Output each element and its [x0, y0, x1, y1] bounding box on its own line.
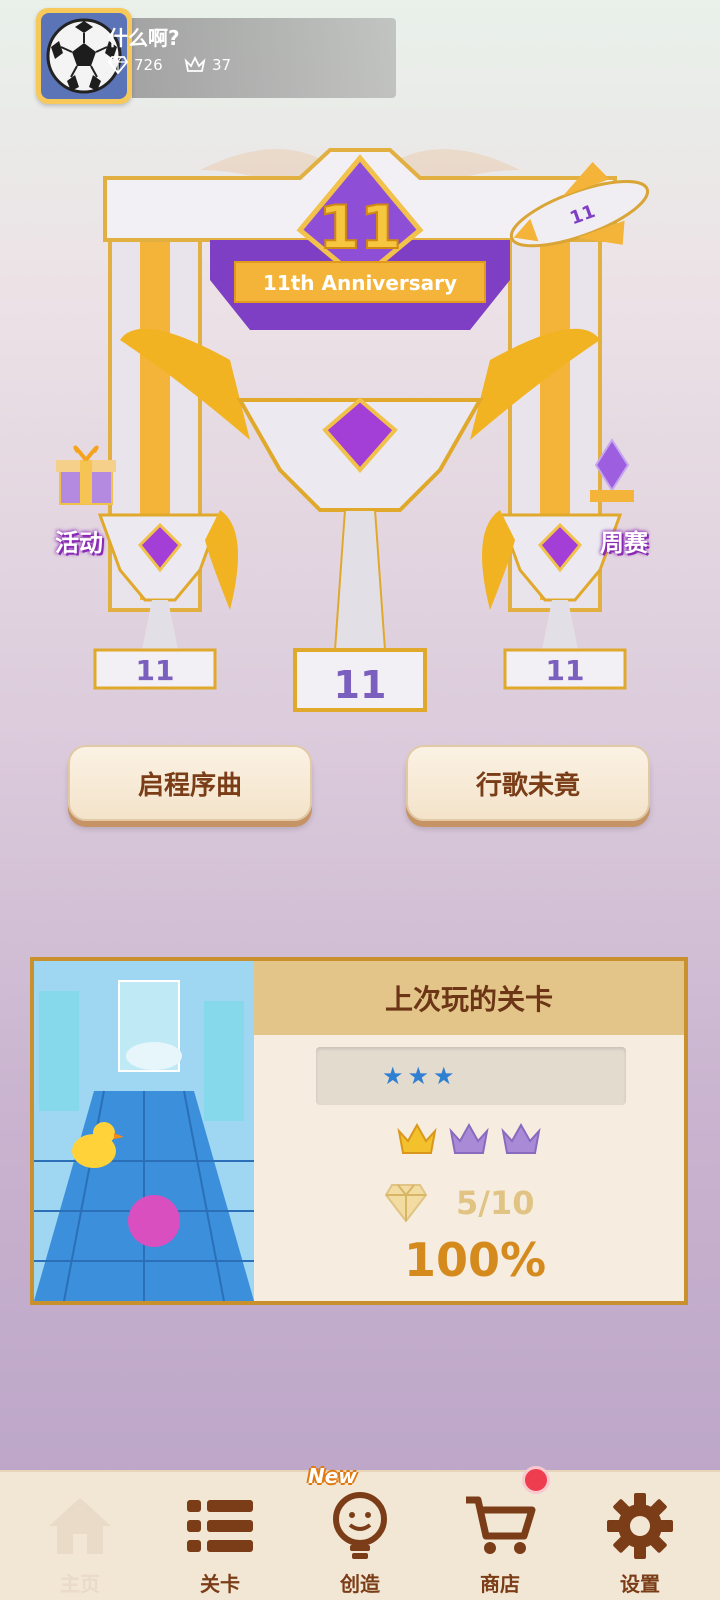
prelude-button[interactable]: 启程序曲	[68, 745, 312, 821]
nav-levels-label: 关卡	[200, 1572, 240, 1596]
gems-collected: 5/10	[384, 1183, 534, 1223]
gift-icon	[56, 445, 116, 505]
crown-icon	[184, 56, 206, 72]
home-screen: 什么啊? 726 37 11 11th Anniversary 11 11 11…	[0, 0, 720, 1470]
home-icon	[42, 1488, 118, 1564]
lightbulb-icon	[322, 1488, 398, 1564]
anniversary-hero: 11 11th Anniversary 11 11 11 11 活动 周赛	[0, 130, 720, 730]
nav-levels[interactable]: 关卡	[160, 1472, 280, 1600]
unfinished-song-button[interactable]: 行歌未竟	[406, 745, 650, 821]
nav-home[interactable]: 主页	[20, 1472, 140, 1600]
new-badge: New	[308, 1464, 357, 1488]
last-played-info: 上次玩的关卡 ★★★ 5/10 100%	[254, 961, 684, 1301]
anniversary-number: 11	[318, 193, 402, 263]
nav-settings[interactable]: 设置	[580, 1472, 700, 1600]
nav-settings-label: 设置	[620, 1572, 660, 1596]
events-button[interactable]: 活动	[55, 523, 103, 558]
nav-create-label: 创造	[340, 1572, 380, 1596]
notification-dot	[522, 1466, 550, 1494]
difficulty-stars: ★★★	[316, 1047, 626, 1105]
crown-icon	[501, 1122, 541, 1154]
left-trophy-number: 11	[136, 654, 175, 687]
star-rating: ★★★	[382, 1062, 459, 1090]
crowns-earned	[396, 1121, 542, 1159]
anniversary-artwork: 11 11th Anniversary 11 11 11 11	[56, 148, 650, 712]
anniversary-banner: 11th Anniversary	[263, 271, 457, 295]
player-profile[interactable]: 什么啊? 726 37	[36, 8, 396, 104]
player-name: 什么啊?	[108, 26, 180, 50]
right-trophy-number: 11	[546, 654, 585, 687]
crown-count: 37	[184, 56, 231, 74]
list-icon	[182, 1488, 258, 1564]
nav-shop[interactable]: 商店	[440, 1466, 560, 1600]
diamond-icon	[108, 56, 128, 74]
gem-count-value: 726	[134, 56, 163, 74]
gear-icon	[602, 1488, 678, 1564]
nav-create[interactable]: 创造 New	[300, 1464, 420, 1600]
crown-icon	[397, 1122, 437, 1154]
last-played-card[interactable]: 上次玩的关卡 ★★★ 5/10 100%	[30, 957, 688, 1305]
crown-icon	[449, 1122, 489, 1154]
cart-icon	[462, 1488, 538, 1564]
last-played-title: 上次玩的关卡	[254, 961, 684, 1035]
crown-count-value: 37	[212, 56, 232, 74]
level-thumbnail[interactable]	[34, 961, 254, 1301]
weekly-contest-button[interactable]: 周赛	[600, 523, 648, 558]
completion-percent: 100%	[404, 1233, 547, 1287]
gems-collected-value: 5/10	[456, 1184, 535, 1222]
bottom-nav: 主页 关卡 创造 New 商店 设置	[0, 1464, 720, 1600]
diamond-icon	[384, 1184, 428, 1223]
nav-home-label: 主页	[60, 1572, 100, 1596]
gem-count: 726	[108, 56, 163, 74]
trophy-number: 11	[334, 663, 387, 707]
nav-shop-label: 商店	[480, 1572, 520, 1596]
